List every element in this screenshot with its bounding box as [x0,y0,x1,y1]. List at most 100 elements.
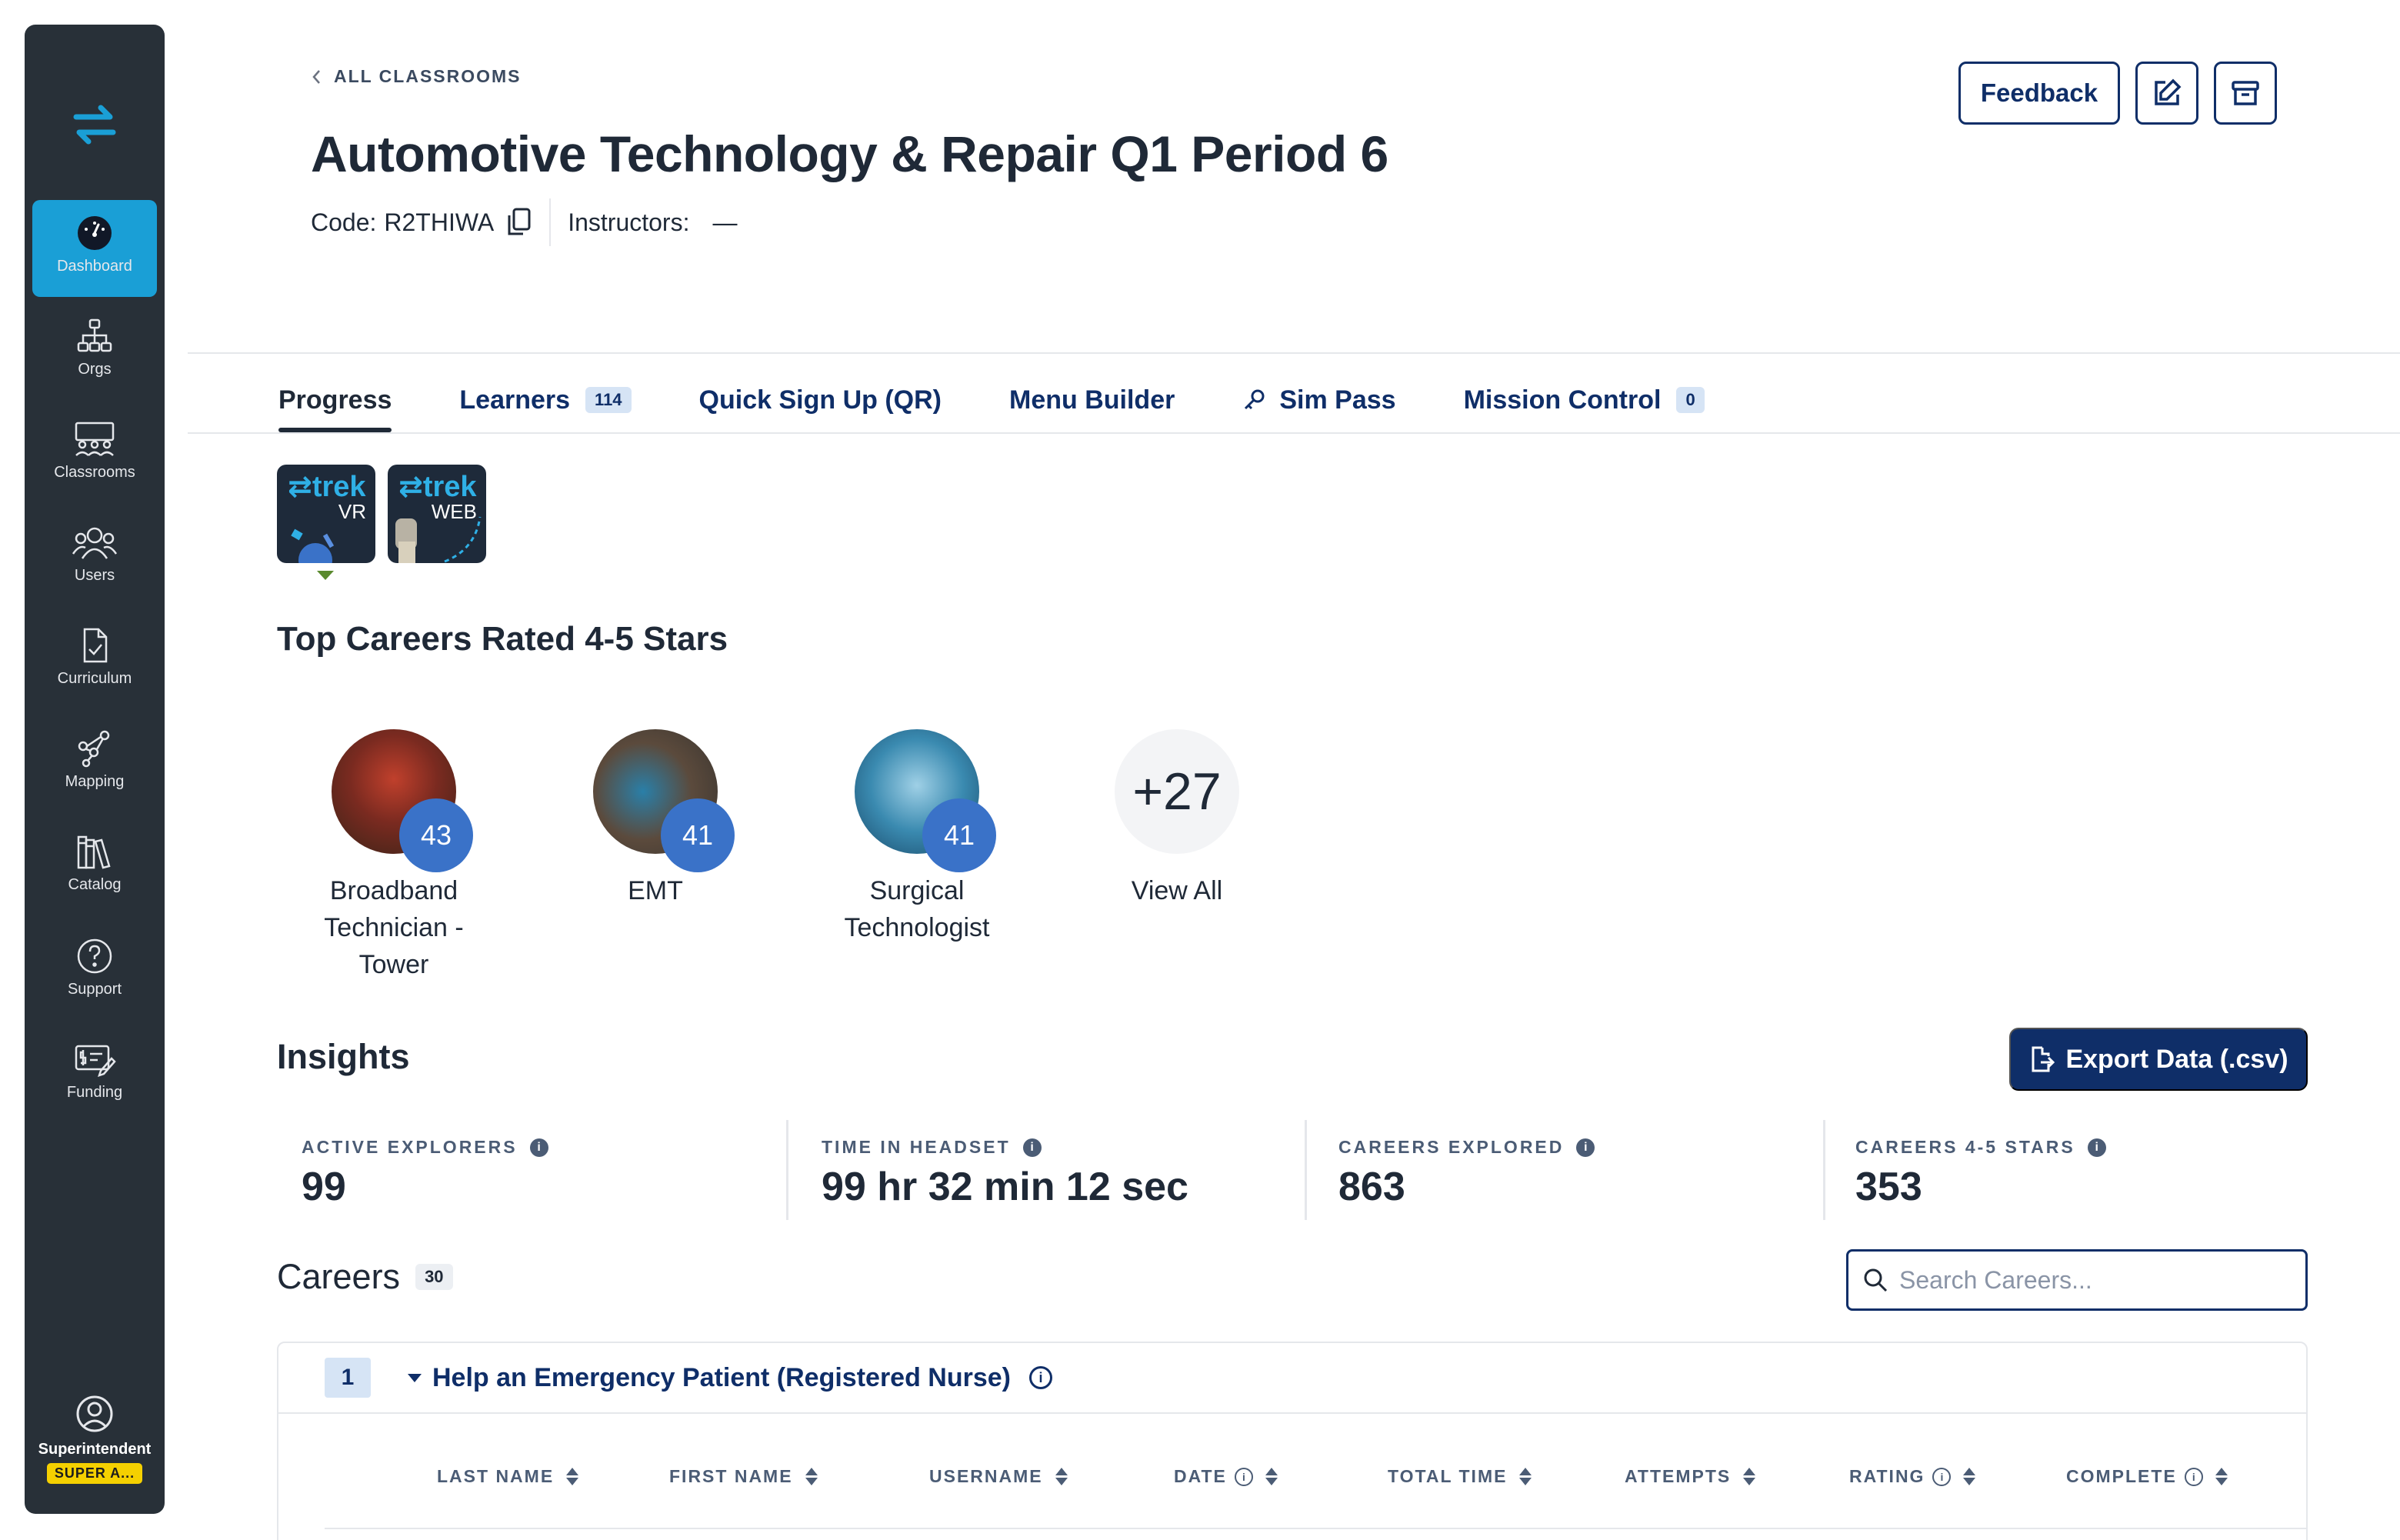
code-label: Code: [311,208,377,236]
career-name: EMT [540,872,771,909]
breadcrumb[interactable]: ALL CLASSROOMS [311,66,522,87]
column-username[interactable]: USERNAME [929,1466,1068,1487]
sidebar-item-label: Mapping [65,773,125,790]
gauge-icon [78,216,112,250]
sidebar-item-label: Users [74,567,115,584]
search-careers-input[interactable] [1899,1265,2284,1295]
sidebar-item-label: Curriculum [57,670,132,687]
breadcrumb-link[interactable]: ALL CLASSROOMS [334,66,522,87]
column-rating[interactable]: RATING i [1849,1466,1976,1487]
search-careers-field[interactable] [1846,1249,2308,1311]
info-icon[interactable]: i [2087,1138,2106,1157]
sidebar-item-label: Classrooms [54,464,135,481]
org-chart-icon [77,318,112,352]
classroom-icon [75,422,115,456]
export-label: Export Data (.csv) [2065,1044,2288,1074]
sort-icon [1743,1468,1756,1485]
stat-label: TIME IN HEADSET [822,1137,1011,1157]
column-first-name[interactable]: FIRST NAME [669,1466,818,1487]
sidebar-item-classrooms[interactable]: Classrooms [32,406,157,503]
career-rating-count: 41 [922,798,996,872]
stat-divider [1823,1120,1825,1220]
sidebar: Dashboard Orgs Classrooms Users Curricul… [25,25,165,1514]
sidebar-item-orgs[interactable]: Orgs [32,303,157,400]
info-icon[interactable]: i [1234,1467,1253,1486]
column-label: RATING [1849,1466,1925,1486]
users-icon [72,527,118,559]
sidebar-item-dashboard[interactable]: Dashboard [32,200,157,297]
tab-label: Sim Pass [1279,385,1396,415]
info-icon[interactable]: i [2184,1467,2203,1486]
tab-quick-sign-up[interactable]: Quick Sign Up (QR) [699,368,942,432]
sort-icon [1963,1468,1976,1485]
info-icon[interactable]: i [1932,1467,1952,1486]
export-data-button[interactable]: Export Data (.csv) [2009,1028,2308,1091]
column-last-name[interactable]: LAST NAME [437,1466,579,1487]
app-logo-icon[interactable] [25,102,165,152]
career-name: Surgical Technologist [802,872,1032,946]
career-name-line: Technologist [844,913,990,942]
info-icon[interactable]: i [1022,1138,1042,1157]
tab-label: Learners [459,385,571,415]
tab-progress[interactable]: Progress [278,368,392,432]
instructors-label: Instructors: [568,208,690,236]
info-icon[interactable]: i [1029,1366,1053,1389]
header-divider [188,352,2400,354]
career-group-header[interactable]: 1 Help an Emergency Patient (Registered … [278,1343,2306,1414]
chevron-left-icon [312,69,320,84]
feedback-button[interactable]: Feedback [1958,62,2120,125]
learners-count-badge: 114 [585,387,632,413]
user-role: Superintendent [38,1441,152,1458]
edit-button[interactable] [2135,62,2198,125]
funding-icon [75,1045,116,1077]
page-title: Automotive Technology & Repair Q1 Period… [311,125,1388,182]
insights-title: Insights [277,1037,410,1076]
career-avatar: 41 [855,729,996,872]
view-all-label: View All [1131,876,1223,905]
archive-button[interactable] [2214,62,2277,125]
column-total-time[interactable]: TOTAL TIME [1388,1466,1532,1487]
sidebar-item-catalog[interactable]: Catalog [32,818,157,915]
career-group-title[interactable]: Help an Emergency Patient (Registered Nu… [408,1363,1053,1393]
tab-sim-pass[interactable]: Sim Pass [1242,368,1396,432]
help-circle-icon [77,938,112,974]
sidebar-item-mapping[interactable]: Mapping [32,715,157,812]
column-date[interactable]: DATE i [1174,1466,1278,1487]
table-header: LAST NAME FIRST NAME USERNAME DATE i TOTA… [278,1466,2306,1505]
top-careers-title: Top Careers Rated 4-5 Stars [277,620,728,658]
info-icon[interactable]: i [529,1138,548,1157]
sort-icon [566,1468,579,1485]
product-tile-web[interactable]: ⇄trek WEB [388,465,486,563]
info-icon[interactable]: i [1576,1138,1595,1157]
career-card[interactable]: 41 EMT [540,729,771,909]
tabs-divider [188,432,2400,434]
user-menu[interactable]: Superintendent SUPER A... [25,1394,165,1484]
career-group: 1 Help an Emergency Patient (Registered … [277,1342,2308,1540]
share-nodes-icon [78,730,110,768]
career-card[interactable]: 43 Broadband Technician - Tower [278,729,509,983]
view-all-careers[interactable]: +27 View All [1062,729,1292,909]
tab-menu-builder[interactable]: Menu Builder [1009,368,1175,432]
stat-label: ACTIVE EXPLORERS [302,1137,518,1157]
tab-label: Quick Sign Up (QR) [698,385,942,415]
sidebar-item-users[interactable]: Users [32,509,157,606]
sidebar-item-label: Dashboard [57,258,132,275]
copy-icon[interactable] [506,208,532,237]
career-card[interactable]: 41 Surgical Technologist [802,729,1032,946]
sidebar-item-support[interactable]: Support [32,923,157,1020]
sidebar-item-funding[interactable]: Funding [32,1026,157,1123]
column-attempts[interactable]: ATTEMPTS [1625,1466,1756,1487]
key-icon [1245,389,1265,410]
tab-learners[interactable]: Learners 114 [459,368,632,432]
column-complete[interactable]: COMPLETE i [2066,1466,2228,1487]
column-label: DATE [1174,1466,1227,1486]
career-name-line: EMT [628,876,683,905]
more-careers-count: +27 [1115,729,1239,854]
stat-divider [1305,1120,1307,1220]
product-tile-vr[interactable]: ⇄trek VR [277,465,375,563]
sidebar-item-curriculum[interactable]: Curriculum [32,612,157,709]
tab-mission-control[interactable]: Mission Control 0 [1464,368,1705,432]
column-label: USERNAME [929,1466,1043,1486]
career-name-line: Tower [358,950,429,979]
sort-icon [1055,1468,1068,1485]
